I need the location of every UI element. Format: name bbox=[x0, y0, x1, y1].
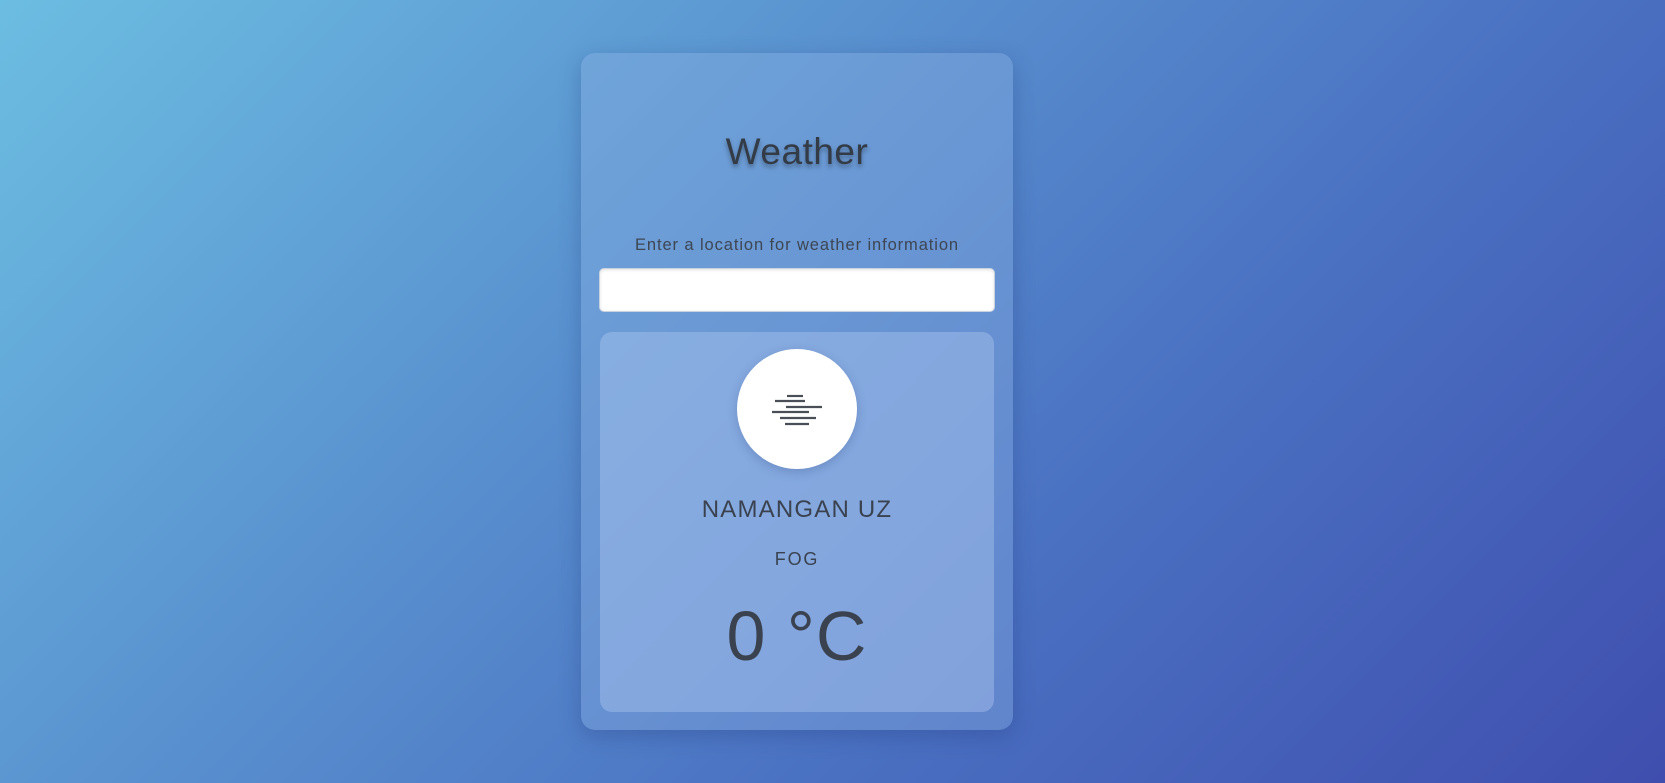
weather-icon-badge bbox=[737, 349, 857, 469]
weather-card: Weather Enter a location for weather inf… bbox=[581, 53, 1013, 730]
city-name: NAMANGAN UZ bbox=[701, 496, 893, 523]
weather-result-panel: NAMANGAN UZ FOG 0 °C bbox=[600, 332, 994, 712]
weather-condition: FOG bbox=[774, 549, 820, 569]
temperature-value: 0 °C bbox=[726, 597, 868, 675]
location-prompt-label: Enter a location for weather information bbox=[635, 236, 959, 254]
app-title: Weather bbox=[725, 131, 869, 172]
location-input[interactable] bbox=[599, 268, 995, 312]
fog-icon bbox=[772, 394, 822, 426]
